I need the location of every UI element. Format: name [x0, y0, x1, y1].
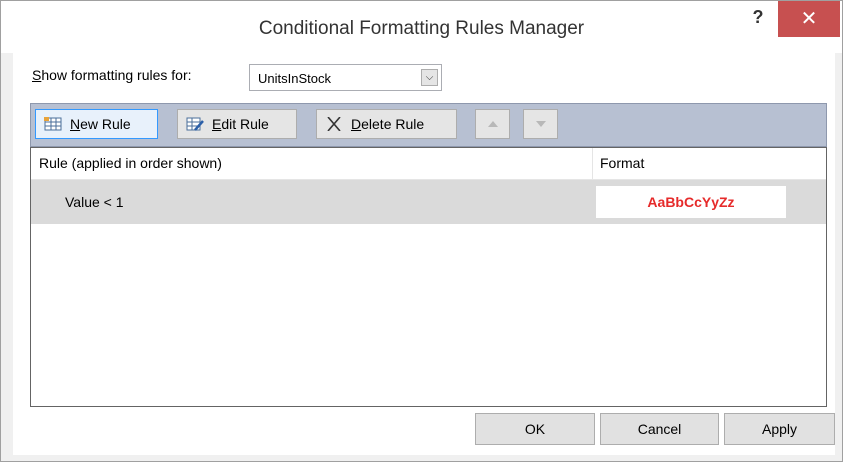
- delete-rule-label: Delete Rule: [351, 110, 424, 138]
- chevron-down-icon[interactable]: ⌵: [421, 69, 438, 86]
- show-rules-label: Show formatting rules for:: [32, 67, 192, 83]
- rules-manager-dialog: Conditional Formatting Rules Manager ? ✕…: [0, 0, 843, 462]
- new-rule-icon: [44, 117, 62, 131]
- cancel-button[interactable]: Cancel: [600, 413, 719, 445]
- ok-button[interactable]: OK: [475, 413, 595, 445]
- arrow-up-icon: [488, 121, 498, 127]
- new-rule-label-text: ew Rule: [80, 116, 131, 132]
- edit-rule-label: Edit Rule: [212, 110, 269, 138]
- delete-icon: [327, 117, 341, 131]
- edit-rule-icon: [186, 117, 204, 131]
- dialog-title: Conditional Formatting Rules Manager: [258, 18, 585, 39]
- edit-rule-button[interactable]: Edit Rule: [177, 109, 297, 139]
- title-bar: Conditional Formatting Rules Manager ? ✕: [1, 1, 842, 53]
- new-rule-label: New Rule: [70, 110, 131, 138]
- show-rules-label-text: how formatting rules for:: [41, 67, 192, 83]
- rules-list[interactable]: Rule (applied in order shown) Format Val…: [30, 147, 827, 407]
- delete-rule-label-text: elete Rule: [361, 116, 425, 132]
- show-rules-select[interactable]: UnitsInStock ⌵: [249, 64, 442, 91]
- column-header-rule[interactable]: Rule (applied in order shown): [39, 155, 222, 171]
- edit-rule-label-text: dit Rule: [221, 116, 269, 132]
- close-button[interactable]: ✕: [778, 1, 840, 37]
- delete-rule-accel: D: [351, 116, 362, 132]
- rules-list-header: Rule (applied in order shown) Format: [31, 148, 826, 180]
- edit-rule-accel: E: [212, 116, 222, 132]
- new-rule-button[interactable]: New Rule: [35, 109, 158, 139]
- arrow-down-icon: [536, 121, 546, 127]
- column-header-format[interactable]: Format: [600, 155, 644, 171]
- rule-description: Value < 1: [65, 194, 124, 210]
- rules-toolbar: New Rule Edit Rule Delete Rule: [30, 103, 827, 147]
- move-up-button[interactable]: [475, 109, 510, 139]
- show-rules-accel: S: [32, 67, 42, 83]
- rule-row[interactable]: Value < 1 AaBbCcYyZz: [31, 180, 826, 224]
- new-rule-accel: N: [70, 116, 81, 132]
- format-preview: AaBbCcYyZz: [596, 186, 786, 218]
- move-down-button[interactable]: [523, 109, 558, 139]
- show-rules-selected-value: UnitsInStock: [258, 71, 331, 86]
- apply-button[interactable]: Apply: [724, 413, 835, 445]
- help-button[interactable]: ?: [743, 6, 773, 36]
- column-divider[interactable]: [592, 148, 593, 179]
- delete-rule-button[interactable]: Delete Rule: [316, 109, 457, 139]
